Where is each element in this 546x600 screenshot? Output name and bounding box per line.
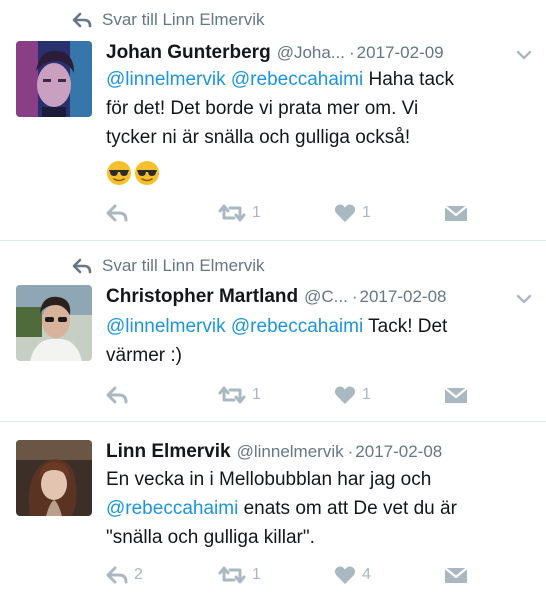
sunglasses-emoji — [106, 160, 132, 186]
message-icon — [444, 567, 468, 583]
like-icon — [334, 386, 356, 404]
retweet-icon — [218, 386, 246, 404]
display-name[interactable]: Linn Elmervik — [106, 441, 231, 463]
tweet-actions: 2 1 4 — [106, 563, 506, 587]
retweet-count: 1 — [252, 566, 261, 583]
display-name[interactable]: Christopher Martland — [106, 286, 298, 308]
tweet-actions: 1 1 — [106, 201, 506, 225]
separator: · — [347, 442, 354, 461]
tweet-christopher[interactable]: Svar till Linn Elmervik Christopher Mart… — [0, 241, 546, 421]
like-button[interactable]: 4 — [334, 563, 371, 587]
avatar[interactable] — [16, 285, 92, 361]
chevron-down-icon[interactable] — [516, 48, 532, 60]
mention-link[interactable]: @linnelmervik — [106, 316, 226, 337]
tweet-linn[interactable]: Linn Elmervik @linnelmervik · 2017-02-08… — [0, 422, 546, 600]
username[interactable]: @linnelmervik — [237, 442, 344, 462]
message-icon — [444, 205, 468, 221]
mention-link[interactable]: @rebeccahaimi — [231, 316, 363, 337]
tweet-header: Linn Elmervik @linnelmervik · 2017-02-08 — [106, 441, 532, 467]
like-count: 1 — [362, 204, 371, 221]
reply-icon — [106, 204, 128, 222]
retweet-count: 1 — [252, 204, 261, 221]
like-button[interactable]: 1 — [334, 201, 371, 225]
like-count: 4 — [362, 566, 371, 583]
like-icon — [334, 204, 356, 222]
timestamp[interactable]: 2017-02-09 — [357, 43, 444, 63]
chevron-down-icon[interactable] — [516, 292, 532, 304]
tweet-text-segment: Tack! Det — [368, 316, 448, 337]
tweet-text-segment: Haha tack — [368, 69, 455, 90]
tweet-johan[interactable]: Svar till Linn Elmervik Johan Gunterberg… — [0, 0, 546, 240]
reply-context-icon — [72, 258, 92, 274]
direct-message-button[interactable] — [444, 383, 468, 407]
reply-context[interactable]: Svar till Linn Elmervik — [72, 9, 265, 31]
reply-button[interactable]: 2 — [106, 563, 143, 587]
avatar[interactable] — [16, 440, 92, 516]
sunglasses-emoji — [134, 160, 160, 186]
retweet-button[interactable]: 1 — [218, 383, 261, 407]
mention-link[interactable]: @rebeccahaimi — [106, 498, 238, 519]
like-icon — [334, 566, 356, 584]
retweet-icon — [218, 204, 246, 222]
like-count: 1 — [362, 386, 371, 403]
retweet-icon — [218, 566, 246, 584]
tweet-header: Christopher Martland @C... · 2017-02-08 — [106, 286, 532, 312]
reply-button[interactable] — [106, 201, 128, 225]
direct-message-button[interactable] — [444, 201, 468, 225]
timestamp[interactable]: 2017-02-08 — [360, 287, 447, 307]
reply-context[interactable]: Svar till Linn Elmervik — [72, 255, 265, 277]
tweet-text: En vecka in i Mellobubblan har jag och @… — [106, 465, 536, 552]
reply-context-text: Svar till Linn Elmervik — [102, 10, 265, 29]
tweet-text-segment: En vecka in i Mellobubblan har jag och — [106, 469, 432, 490]
display-name[interactable]: Johan Gunterberg — [106, 42, 271, 64]
separator: · — [348, 43, 355, 62]
tweet-text-segment: värmer :) — [106, 345, 182, 366]
username[interactable]: @C... — [304, 287, 348, 307]
direct-message-button[interactable] — [444, 563, 468, 587]
tweet-text-segment: tycker ni är snälla och gulliga också! — [106, 127, 411, 148]
reply-context-text: Svar till Linn Elmervik — [102, 256, 265, 275]
timestamp[interactable]: 2017-02-08 — [355, 442, 442, 462]
reply-context-icon — [72, 12, 92, 28]
tweet-actions: 1 1 — [106, 383, 506, 407]
reply-icon — [106, 566, 128, 584]
reply-icon — [106, 386, 128, 404]
retweet-button[interactable]: 1 — [218, 201, 261, 225]
message-icon — [444, 387, 468, 403]
reply-button[interactable] — [106, 383, 128, 407]
tweet-text: @linnelmervik @rebeccahaimi Haha tack fö… — [106, 65, 536, 188]
like-button[interactable]: 1 — [334, 383, 371, 407]
avatar[interactable] — [16, 41, 92, 117]
username[interactable]: @Joha... — [277, 43, 345, 63]
tweet-text-segment: för det! Det borde vi prata mer om. Vi — [106, 98, 419, 119]
retweet-button[interactable]: 1 — [218, 563, 261, 587]
tweet-text: @linnelmervik @rebeccahaimi Tack! Det vä… — [106, 312, 536, 370]
reply-count: 2 — [134, 566, 143, 583]
tweet-text-segment: "snälla och gulliga killar". — [106, 527, 315, 548]
mention-link[interactable]: @rebeccahaimi — [231, 69, 363, 90]
separator: · — [351, 287, 358, 306]
tweet-text-segment: enats om att De vet du är — [243, 498, 457, 519]
retweet-count: 1 — [252, 386, 261, 403]
mention-link[interactable]: @linnelmervik — [106, 69, 226, 90]
